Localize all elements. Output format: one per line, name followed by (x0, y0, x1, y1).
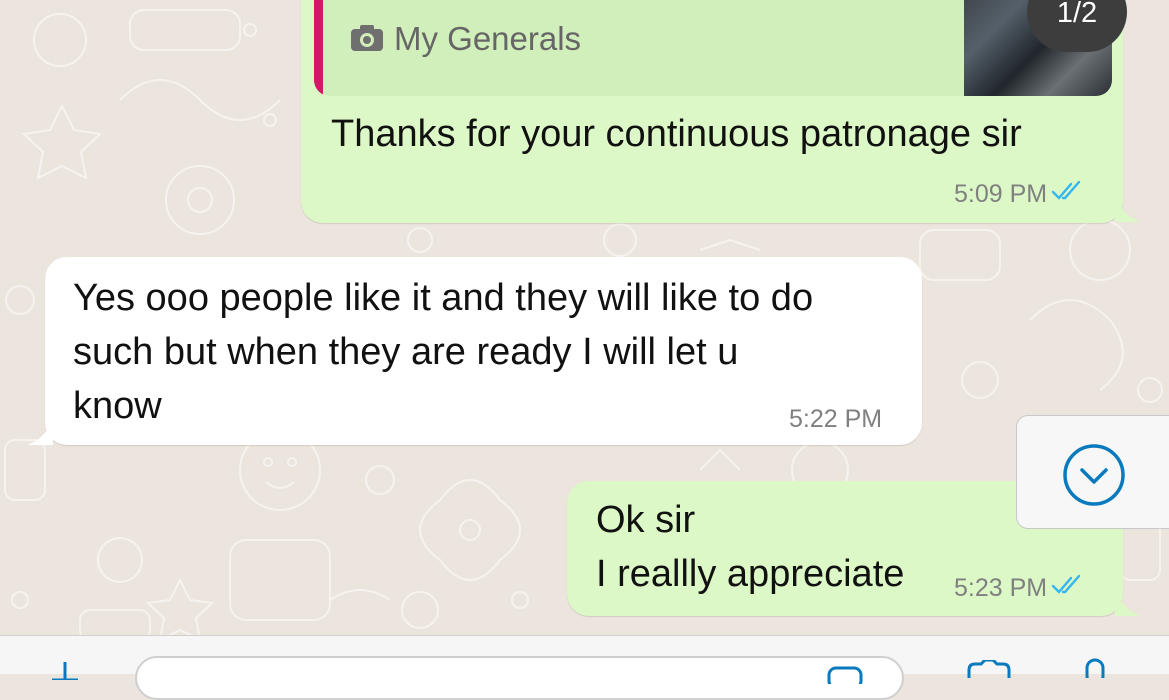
camera-icon (350, 24, 384, 57)
scroll-to-bottom-button[interactable] (1016, 415, 1169, 529)
double-check-icon (1051, 180, 1085, 209)
double-check-icon (1051, 574, 1085, 603)
message-time: 5:23 PM (954, 574, 1048, 602)
sticker-icon[interactable] (827, 664, 863, 690)
quote-accent-bar (314, 0, 323, 96)
message-text: I reallly appreciate (596, 553, 905, 595)
message-text: Thanks for your continuous patronage sir (331, 113, 1022, 155)
bubble-tail (1115, 196, 1141, 222)
bubble-tail (1115, 590, 1141, 616)
mic-icon[interactable] (1082, 658, 1108, 686)
message-time: 5:22 PM (789, 405, 883, 433)
quoted-media-label: My Generals (394, 20, 582, 57)
camera-icon[interactable] (965, 658, 1011, 683)
quoted-message[interactable]: My Generals (314, 0, 1112, 96)
message-text: such but when they are ready I will let … (73, 331, 739, 373)
message-time: 5:09 PM (954, 180, 1048, 208)
message-text: know (73, 385, 162, 427)
message-meta: 5:23 PM (954, 574, 1085, 603)
message-text: Yes ooo people like it and they will lik… (73, 277, 814, 319)
message-text: Ok sir (596, 499, 696, 541)
message-meta: 5:09 PM (954, 180, 1085, 209)
chevron-down-icon (1062, 443, 1126, 512)
message-input[interactable] (135, 656, 904, 700)
composer-bar (0, 635, 1169, 700)
bubble-tail (27, 419, 53, 445)
